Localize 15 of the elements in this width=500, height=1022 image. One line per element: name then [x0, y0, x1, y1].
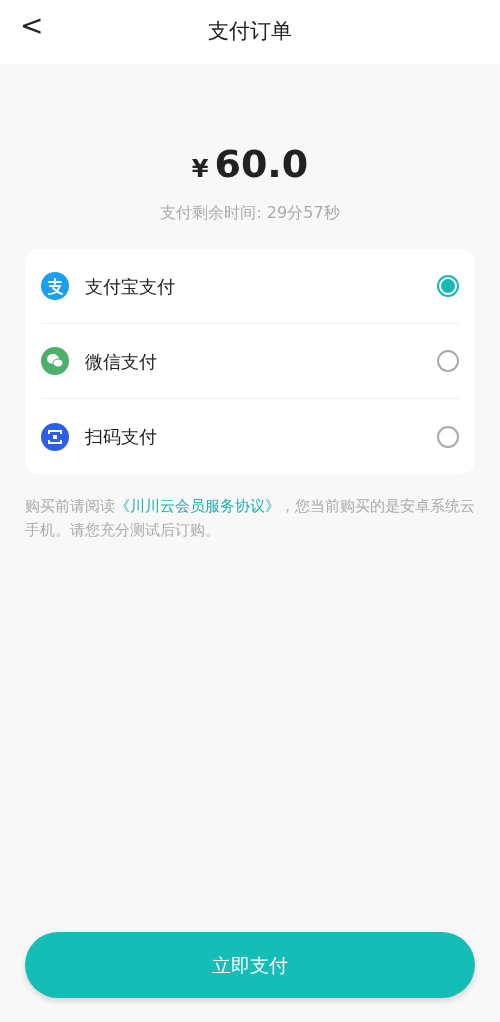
radio-button[interactable] [437, 425, 459, 448]
payment-option[interactable]: 微信支付 [85, 347, 437, 375]
remaining-time: 支付剩余时间: 29分57秒 [160, 203, 340, 222]
notice-text: 购买前请阅读《川川云会员服务协议》，您当前购买的是安卓系统云手机。请您充分测试后订购。 [25, 496, 475, 541]
page-title: 支付订单 [208, 18, 292, 46]
payment-option[interactable]: 扫码支付 [85, 423, 437, 450]
payment-option[interactable]: 支付宝支付 [85, 272, 437, 300]
alipay-icon [41, 272, 69, 300]
scan-icon [41, 422, 69, 451]
currency-symbol: ¥ [191, 154, 209, 185]
back-button[interactable]: < [14, 12, 50, 40]
radio-button[interactable] [437, 275, 459, 297]
chat-bubbles-icon [41, 347, 69, 375]
radio-button[interactable] [437, 350, 459, 372]
amount: 60.0 [214, 141, 309, 188]
